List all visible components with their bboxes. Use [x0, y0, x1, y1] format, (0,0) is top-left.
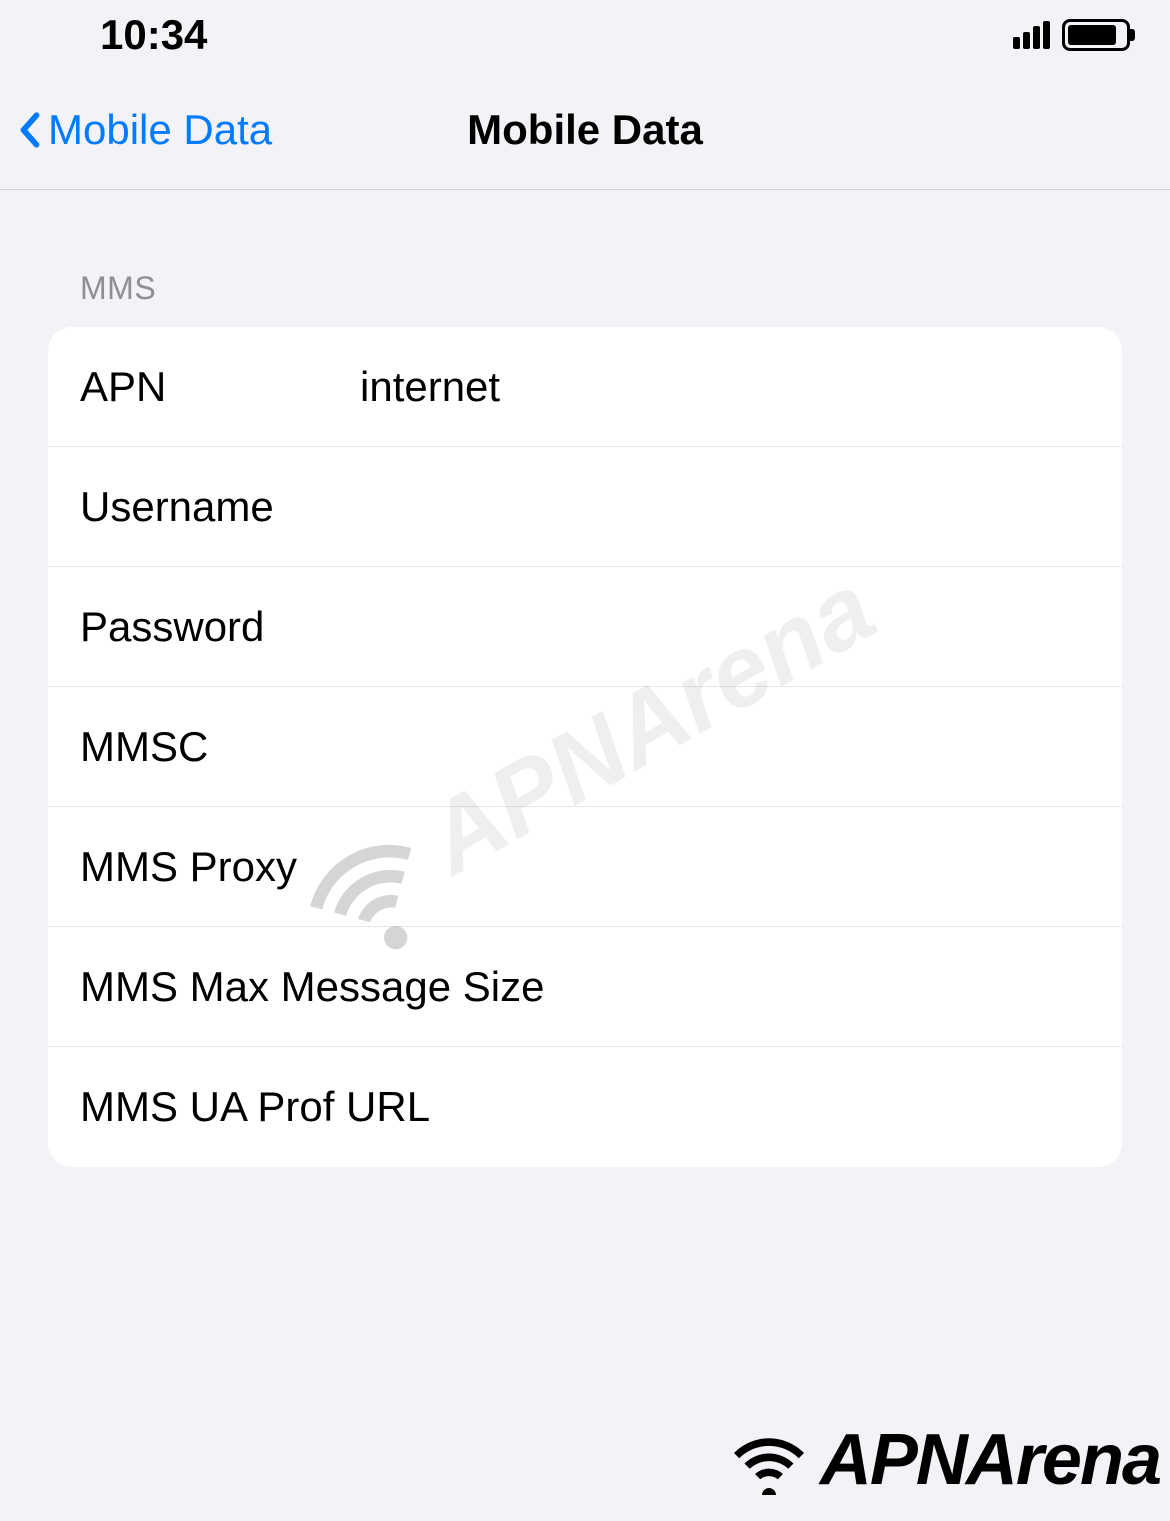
row-label: MMS Proxy	[80, 843, 360, 891]
settings-row-mmsc[interactable]: MMSC	[48, 687, 1122, 807]
back-button[interactable]: Mobile Data	[20, 106, 272, 154]
settings-group: APN Username Password MMSC MMS Proxy MMS…	[48, 327, 1122, 1167]
chevron-left-icon	[20, 112, 40, 148]
mmsc-input[interactable]	[360, 723, 1090, 771]
row-label: MMS Max Message Size	[80, 963, 544, 1011]
watermark-text: APNArena	[820, 1419, 1160, 1501]
navigation-bar: Mobile Data Mobile Data	[0, 70, 1170, 190]
mms-proxy-input[interactable]	[360, 843, 1090, 891]
settings-row-mms-proxy[interactable]: MMS Proxy	[48, 807, 1122, 927]
wifi-icon	[724, 1425, 814, 1495]
settings-row-mms-ua-prof[interactable]: MMS UA Prof URL	[48, 1047, 1122, 1167]
settings-row-apn[interactable]: APN	[48, 327, 1122, 447]
row-label: MMS UA Prof URL	[80, 1083, 430, 1131]
battery-icon	[1062, 19, 1130, 51]
cellular-signal-icon	[1013, 21, 1050, 49]
status-icons	[1013, 19, 1130, 51]
row-label: Username	[80, 483, 360, 531]
status-time: 10:34	[100, 11, 207, 59]
page-title: Mobile Data	[467, 106, 703, 154]
settings-row-username[interactable]: Username	[48, 447, 1122, 567]
settings-row-password[interactable]: Password	[48, 567, 1122, 687]
username-input[interactable]	[360, 483, 1090, 531]
settings-row-mms-max-size[interactable]: MMS Max Message Size	[48, 927, 1122, 1047]
watermark-bottom: APNArena	[724, 1419, 1160, 1501]
content: MMS APN Username Password MMSC MMS Proxy…	[0, 190, 1170, 1167]
apn-input[interactable]	[360, 363, 1090, 411]
row-label: Password	[80, 603, 360, 651]
status-bar: 10:34	[0, 0, 1170, 70]
mms-ua-prof-input[interactable]	[430, 1083, 1090, 1131]
mms-max-size-input[interactable]	[544, 963, 1090, 1011]
password-input[interactable]	[360, 603, 1090, 651]
back-label: Mobile Data	[48, 106, 272, 154]
section-header: MMS	[48, 190, 1122, 327]
row-label: MMSC	[80, 723, 360, 771]
row-label: APN	[80, 363, 360, 411]
